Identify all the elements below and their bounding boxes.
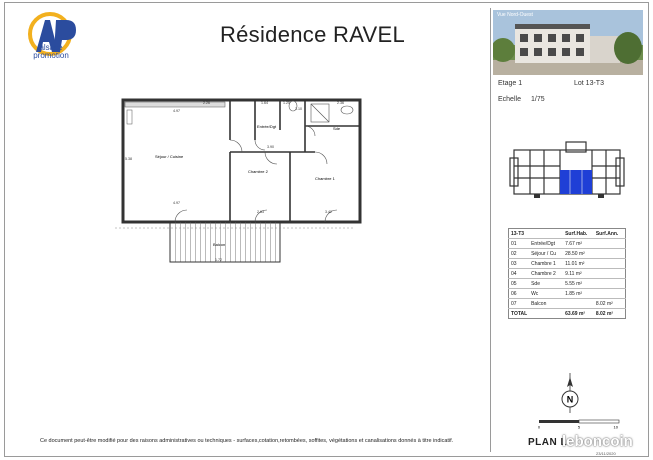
etage-label: Etage 1 <box>498 80 523 87</box>
dim-label: 2.36 <box>337 101 344 105</box>
row-hab: 5.55 m² <box>563 278 594 289</box>
row-name: Balcon <box>529 298 564 309</box>
row-hab <box>563 298 594 309</box>
table-row: 07 Balcon 8.02 m² <box>508 298 626 309</box>
row-num: 01 <box>508 238 530 249</box>
table-row: 01 Entrée/Dgt 7.67 m² <box>508 238 626 249</box>
room-label-sde: Sde <box>333 126 341 131</box>
room-label-balcon: Balcon <box>213 242 225 247</box>
row-ann <box>593 258 626 269</box>
row-name: Wc <box>529 288 564 299</box>
disclaimer-text: Ce document peut-être modifié pour des r… <box>40 438 454 444</box>
table-row: 05 Sde 5.55 m² <box>508 278 626 289</box>
row-hab: 28.50 m² <box>563 248 594 259</box>
row-hab: 11.01 m² <box>563 258 594 269</box>
current-lot-highlight <box>560 170 592 194</box>
row-num: 07 <box>508 298 530 309</box>
floor-key-plan <box>509 141 625 198</box>
row-num: 05 <box>508 278 530 289</box>
table-header-lot: 13-T3 <box>508 228 530 239</box>
room-label-entree: Entrée/Dgt <box>257 124 277 129</box>
row-num: 02 <box>508 248 530 259</box>
table-header-row: 13-T3 Surf.Hab. Surf.Ann. <box>508 228 626 239</box>
table-row: 06 Wc 1.85 m² <box>508 288 626 299</box>
row-ann <box>593 268 626 279</box>
echelle-label: Echelle <box>498 96 521 103</box>
dim-label: 1.10 <box>295 107 302 111</box>
row-ann <box>593 278 626 289</box>
building-photo <box>493 10 643 75</box>
row-name: Chambre 1 <box>529 258 564 269</box>
dim-label: 5.38 <box>125 157 132 161</box>
row-hab: 9.11 m² <box>563 268 594 279</box>
row-name: Chambre 2 <box>529 268 564 279</box>
room-label-sejour: Séjour / Cuisine <box>155 154 184 159</box>
row-num: 04 <box>508 268 530 279</box>
logo-line2: promotion <box>33 51 69 60</box>
echelle-value: 1/75 <box>531 96 545 103</box>
table-row: 03 Chambre 1 11.01 m² <box>508 258 626 269</box>
total-ann: 8.02 m² <box>595 310 614 317</box>
row-ann <box>593 288 626 299</box>
table-header-hab: Surf.Hab. <box>563 228 594 239</box>
room-label-ch1: Chambre 1 <box>315 176 336 181</box>
table-header-ann: Surf.Ann. <box>593 228 626 239</box>
dim-label: 1.25 <box>283 101 290 105</box>
table-row: 04 Chambre 2 9.11 m² <box>508 268 626 279</box>
dim-label: 3.90 <box>267 145 274 149</box>
plan-date: 23/11/2020 <box>596 451 616 456</box>
scale-tick: 0 <box>538 425 541 430</box>
dim-label: 2.26 <box>203 101 210 105</box>
dim-label: 4.97 <box>173 201 180 205</box>
floor-plan: Séjour / Cuisine Entrée/Dgt Sde Chambre … <box>115 98 362 263</box>
scale-bar: 0 5 10 <box>538 419 620 429</box>
row-num: 06 <box>508 288 530 299</box>
total-hab: 63.69 m² <box>565 310 586 317</box>
surfaces-table: 13-T3 Surf.Hab. Surf.Ann. 01 Entrée/Dgt … <box>508 228 626 319</box>
leboncoin-watermark: leboncoin <box>562 433 633 450</box>
dim-label: 4.97 <box>173 109 180 113</box>
row-hab: 7.67 m² <box>563 238 594 249</box>
dim-label: 2.63 <box>257 210 264 214</box>
compass-letter: N <box>567 395 574 405</box>
table-total-row: TOTAL 63.69 m² 8.02 m² <box>509 309 626 319</box>
row-num: 03 <box>508 258 530 269</box>
row-name: Séjour / Cu <box>529 248 564 259</box>
row-ann: 8.02 m² <box>593 298 626 309</box>
north-arrow-icon: N <box>561 373 579 413</box>
dim-label: 1.72 <box>215 258 222 262</box>
table-row: 02 Séjour / Cu 28.50 m² <box>508 248 626 259</box>
row-name: Sde <box>529 278 564 289</box>
scale-tick: 10 <box>614 425 619 430</box>
row-name: Entrée/Dgt <box>529 238 564 249</box>
scale-tick: 5 <box>578 425 581 430</box>
total-label: TOTAL <box>511 310 528 317</box>
row-hab: 1.85 m² <box>563 288 594 299</box>
dim-label: 3.42 <box>325 210 332 214</box>
row-ann <box>593 238 626 249</box>
dim-label: 1.64 <box>261 101 268 105</box>
photo-caption: Vue Nord-Ouest <box>497 12 533 18</box>
lot-label: Lot 13-T3 <box>574 80 604 87</box>
room-label-ch2: Chambre 2 <box>248 169 269 174</box>
row-ann <box>593 248 626 259</box>
